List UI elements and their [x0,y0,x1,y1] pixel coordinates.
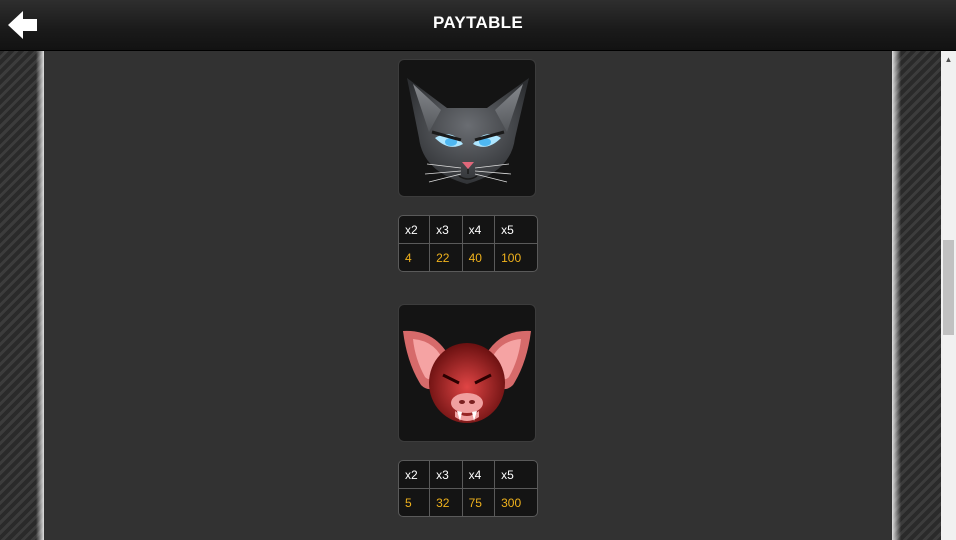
vertical-scrollbar[interactable]: ▲ [941,50,956,540]
multiplier-cell: x2 [399,216,431,244]
multiplier-cell: x5 [494,461,537,489]
multiplier-cell: x5 [494,216,537,244]
header-bar: PAYTABLE [0,0,956,51]
multiplier-cell: x4 [461,461,496,489]
payout-cell: 22 [429,243,463,271]
multiplier-cell: x4 [461,216,496,244]
cat-paytable: x2 x3 x4 x5 4 22 40 100 [398,215,538,272]
right-border-decoration [892,50,941,540]
payout-cell: 32 [429,488,463,516]
payout-cell: 75 [461,488,496,516]
payout-cell: 4 [399,243,431,271]
scroll-up-arrow-icon[interactable]: ▲ [941,54,956,66]
bat-head-icon [403,330,531,423]
payout-cell: 100 [494,243,537,271]
bat-paytable: x2 x3 x4 x5 5 32 75 300 [398,460,538,517]
page-title: PAYTABLE [433,13,523,32]
payout-cell: 40 [461,243,496,271]
cat-symbol-card [398,59,536,197]
left-border-decoration [0,50,44,540]
multiplier-cell: x3 [429,216,463,244]
paytable-screen: x2 x3 x4 x5 4 22 40 100 x2 x3 x4 x5 5 32… [0,0,956,540]
payout-cell: 5 [399,488,431,516]
paytable-content: x2 x3 x4 x5 4 22 40 100 x2 x3 x4 x5 5 32… [44,50,892,540]
multiplier-cell: x3 [429,461,463,489]
multiplier-cell: x2 [399,461,431,489]
cat-head-icon [407,78,529,184]
payout-cell: 300 [494,488,537,516]
bat-symbol-card [398,304,536,442]
scrollbar-thumb[interactable] [943,240,954,335]
